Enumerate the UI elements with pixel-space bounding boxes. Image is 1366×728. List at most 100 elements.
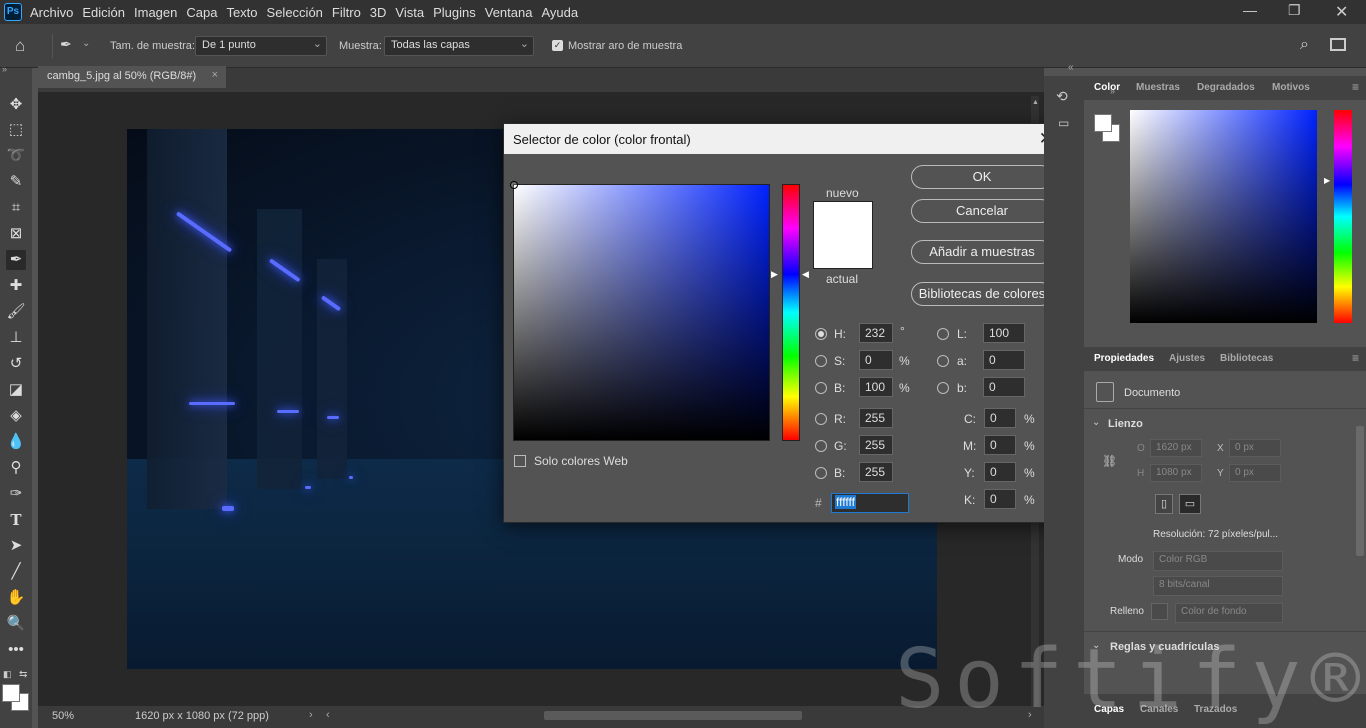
menu-item-11[interactable]: Ayuda [541, 5, 578, 20]
web-only-checkbox[interactable] [514, 455, 526, 467]
tab-gradients[interactable]: Degradados [1197, 82, 1255, 93]
y-field[interactable]: 0 [984, 462, 1016, 482]
more-tools-icon[interactable]: ••• [6, 640, 26, 660]
menu-item-8[interactable]: Vista [395, 5, 424, 20]
cancel-button[interactable]: Cancelar [911, 199, 1053, 223]
pen-tool-icon[interactable]: ✑ [6, 484, 26, 504]
panel-foreground-swatch[interactable] [1094, 114, 1112, 132]
type-tool-icon[interactable]: T [6, 510, 26, 530]
tab-color[interactable]: Color [1094, 82, 1120, 93]
sample-size-dropdown[interactable]: De 1 punto ⌄ [195, 36, 327, 56]
canvas-section-label[interactable]: Lienzo [1108, 418, 1143, 430]
color-libraries-button[interactable]: Bibliotecas de colores [911, 282, 1053, 306]
show-ring-checkbox[interactable]: ✓ [552, 40, 563, 51]
mode-dropdown[interactable]: Color RGB [1153, 551, 1283, 571]
panel-color-field[interactable] [1130, 110, 1317, 323]
hand-tool-icon[interactable]: ✋ [6, 588, 26, 608]
lasso-tool-icon[interactable]: ➰ [6, 146, 26, 166]
hue-slider-left-handle[interactable]: ▶ [771, 269, 778, 280]
document-tab[interactable]: cambg_5.jpg al 50% (RGB/8#) × [38, 66, 226, 88]
frame-tool-icon[interactable]: ⊠ [6, 224, 26, 244]
sample-dropdown[interactable]: Todas las capas ⌄ [384, 36, 534, 56]
history-brush-tool-icon[interactable]: ↺ [6, 354, 26, 374]
zoom-tool-icon[interactable]: 🔍 [6, 614, 26, 634]
search-icon[interactable]: ⌕ [1300, 36, 1309, 54]
s-radio[interactable] [815, 355, 827, 367]
h-field[interactable]: 232 [859, 323, 893, 343]
menu-item-2[interactable]: Imagen [134, 5, 177, 20]
menu-item-1[interactable]: Edición [82, 5, 125, 20]
eyedropper-tool-icon[interactable]: ✒ [6, 250, 26, 270]
home-icon[interactable]: ⌂ [15, 36, 25, 56]
comments-icon[interactable]: ▭ [1058, 116, 1069, 130]
link-icon[interactable]: ⛓ [1102, 454, 1117, 468]
panel-hue-slider[interactable] [1334, 110, 1352, 323]
collapse-icon[interactable]: » [1110, 86, 1115, 96]
hue-slider[interactable] [782, 184, 800, 441]
g-field[interactable]: 255 [859, 435, 893, 455]
status-arrow-icon[interactable]: › [309, 709, 313, 721]
eyedropper-tool-icon[interactable]: ✒ [60, 36, 72, 53]
ok-button[interactable]: OK [911, 165, 1053, 189]
l-field[interactable]: 100 [983, 323, 1025, 343]
marquee-tool-icon[interactable]: ⬚ [6, 120, 26, 140]
r-field[interactable]: 255 [859, 408, 893, 428]
panel-menu-icon[interactable]: ≡ [1352, 80, 1359, 94]
height-field[interactable]: 1080 px [1150, 464, 1202, 482]
history-icon[interactable]: ⟲ [1056, 88, 1068, 105]
tab-adjustments[interactable]: Ajustes [1169, 353, 1205, 364]
r-radio[interactable] [815, 413, 827, 425]
menu-item-7[interactable]: 3D [370, 5, 387, 20]
b-brightness-field[interactable]: 100 [859, 377, 893, 397]
b-lab-radio[interactable] [937, 382, 949, 394]
properties-scrollbar[interactable] [1356, 426, 1364, 556]
y-field[interactable]: 0 px [1229, 464, 1281, 482]
menu-item-10[interactable]: Ventana [485, 5, 533, 20]
dodge-tool-icon[interactable]: ⚲ [6, 458, 26, 478]
s-field[interactable]: 0 [859, 350, 893, 370]
l-radio[interactable] [937, 328, 949, 340]
b-blue-field[interactable]: 255 [859, 462, 893, 482]
minimize-icon[interactable]: — [1243, 2, 1257, 18]
m-field[interactable]: 0 [984, 435, 1016, 455]
panel-menu-icon[interactable]: ≡ [1352, 351, 1359, 365]
path-selection-tool-icon[interactable]: ➤ [6, 536, 26, 556]
tool-preset-chevron-icon[interactable]: ⌄ [82, 38, 90, 49]
hex-field[interactable]: ffffff [831, 493, 909, 513]
restore-icon[interactable]: ❐ [1288, 2, 1301, 19]
horizontal-scrollbar[interactable] [544, 711, 802, 720]
healing-brush-tool-icon[interactable]: ✚ [6, 276, 26, 296]
menu-item-9[interactable]: Plugins [433, 5, 476, 20]
tab-libraries[interactable]: Bibliotecas [1220, 353, 1273, 364]
crop-tool-icon[interactable]: ⌗ [6, 198, 26, 218]
tab-properties[interactable]: Propiedades [1094, 353, 1154, 364]
canvas-section-chevron-icon[interactable]: ⌄ [1092, 417, 1100, 428]
close-tab-icon[interactable]: × [212, 69, 218, 81]
fill-dropdown[interactable]: Color de fondo [1175, 603, 1283, 623]
g-radio[interactable] [815, 440, 827, 452]
menu-item-0[interactable]: Archivo [30, 5, 73, 20]
eraser-tool-icon[interactable]: ◪ [6, 380, 26, 400]
panel-hue-handle[interactable]: ▶ [1324, 176, 1330, 185]
menu-item-5[interactable]: Selección [267, 5, 323, 20]
foreground-color-swatch[interactable] [2, 684, 20, 702]
bit-depth-dropdown[interactable]: 8 bits/canal [1153, 576, 1283, 596]
b-brightness-radio[interactable] [815, 382, 827, 394]
menu-item-3[interactable]: Capa [186, 5, 217, 20]
blur-tool-icon[interactable]: 💧 [6, 432, 26, 452]
x-field[interactable]: 0 px [1229, 439, 1281, 457]
collapse-panels-icon[interactable]: « [1068, 62, 1074, 73]
width-field[interactable]: 1620 px [1150, 439, 1202, 457]
line-tool-icon[interactable]: ╱ [6, 562, 26, 582]
k-field[interactable]: 0 [984, 489, 1016, 509]
document-info[interactable]: 1620 px x 1080 px (72 ppp) [135, 710, 269, 722]
default-colors-icon[interactable]: ◧ [3, 669, 12, 680]
h-radio[interactable] [815, 328, 827, 340]
a-radio[interactable] [937, 355, 949, 367]
brush-tool-icon[interactable]: 🖌 [6, 302, 26, 322]
move-tool-icon[interactable]: ✥ [6, 95, 26, 115]
quick-selection-tool-icon[interactable]: ✎ [6, 172, 26, 192]
color-field[interactable] [510, 181, 770, 441]
swap-colors-icon[interactable]: ⇆ [19, 669, 27, 680]
c-field[interactable]: 0 [984, 408, 1016, 428]
